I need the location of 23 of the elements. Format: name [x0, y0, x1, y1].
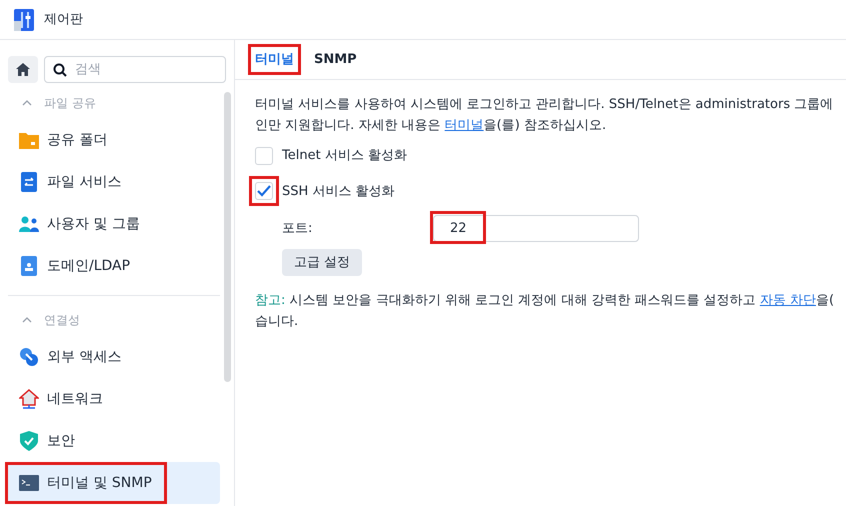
- sidebar-item[interactable]: 터미널 및 SNMP: [8, 462, 220, 504]
- advanced-settings-button[interactable]: 고급 설정: [282, 249, 362, 276]
- sidebar-item[interactable]: 파일 서비스: [8, 161, 220, 203]
- tab[interactable]: SNMP: [310, 46, 361, 72]
- sidebar-item[interactable]: 네트워크: [8, 378, 220, 420]
- description-text: 인만 지원합니다. 자세한 내용은 터미널을(를) 참조하십시오.: [255, 117, 608, 135]
- window-title: 제어판: [44, 10, 83, 29]
- link[interactable]: 터미널: [444, 118, 484, 133]
- sidebar-item[interactable]: 공유 폴더: [8, 119, 220, 161]
- link[interactable]: 자동 차단: [760, 293, 816, 308]
- port-field[interactable]: 22: [433, 215, 639, 242]
- port-label: 포트:: [282, 220, 314, 238]
- sidebar-item[interactable]: 사용자 및 그룹: [8, 203, 220, 245]
- note-text: 참고: 시스템 보안을 극대화하기 위해 로그인 계정에 대해 강력한 패스워드를 설정하고 자동 차단을(: [255, 292, 836, 310]
- sidebar-item[interactable]: 외부 액세스: [8, 336, 220, 378]
- sidebar-item[interactable]: 도메인/LDAP: [8, 245, 220, 287]
- checkbox-label: SSH 서비스 활성화: [282, 182, 395, 200]
- description-text: 터미널 서비스를 사용하여 시스템에 로그인하고 관리합니다. SSH/Telnet은 administrators 그룹에: [255, 96, 834, 114]
- tab[interactable]: 터미널: [251, 46, 298, 72]
- note-text: 습니다.: [255, 313, 300, 331]
- search-field[interactable]: 검색: [44, 56, 226, 83]
- sidebar-item[interactable]: 보안: [8, 420, 220, 462]
- checkbox-label: Telnet 서비스 활성화: [282, 147, 407, 165]
